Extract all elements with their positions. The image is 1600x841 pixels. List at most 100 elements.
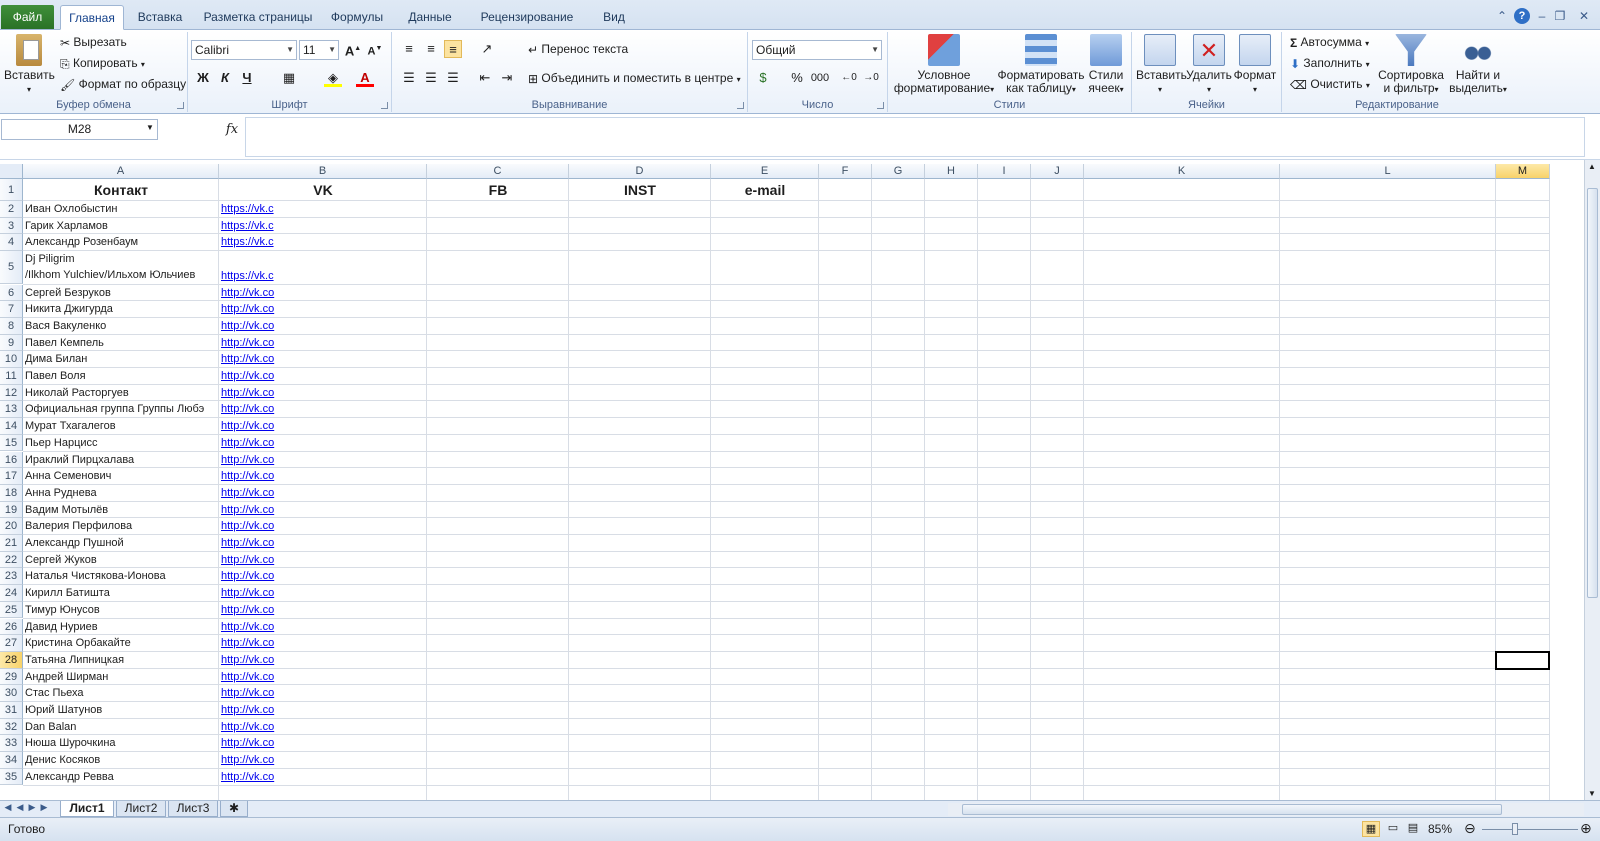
row-header[interactable]: 23 xyxy=(0,568,23,586)
contact-cell[interactable]: Никита Джигурда xyxy=(23,301,219,318)
contact-cell[interactable]: Андрей Ширман xyxy=(23,669,219,686)
vk-link-cell[interactable]: http://vk.co xyxy=(219,335,283,352)
zoom-slider[interactable] xyxy=(1482,829,1578,830)
contact-cell[interactable]: Татьяна Липницкая xyxy=(23,652,219,669)
row-header[interactable]: 2 xyxy=(0,201,23,218)
contact-cell[interactable]: Павел Кемпель xyxy=(23,335,219,352)
vk-link-cell[interactable]: http://vk.co xyxy=(219,535,283,552)
contact-cell[interactable]: Александр Пушной xyxy=(23,535,219,552)
vk-link-cell[interactable]: https://vk.c xyxy=(219,218,283,235)
shrink-font-icon[interactable]: A▼ xyxy=(366,40,384,58)
merge-center-button[interactable]: ⊞ Объединить и поместить в центре ▾ xyxy=(528,70,741,88)
font-size-combo[interactable]: 11 ▼ xyxy=(299,40,339,60)
last-sheet-icon[interactable]: ▶ xyxy=(38,802,50,813)
contact-cell[interactable]: Ираклий Пирцхалава xyxy=(23,452,219,469)
vk-link-cell[interactable]: http://vk.co xyxy=(219,602,283,619)
sort-filter-button[interactable]: Сортировка и фильтр▾ xyxy=(1376,34,1446,96)
vk-link-cell[interactable]: http://vk.co xyxy=(219,619,283,636)
vk-link-cell[interactable]: http://vk.co xyxy=(219,318,283,335)
column-header[interactable]: E xyxy=(711,164,819,179)
vk-link-cell[interactable]: http://vk.co xyxy=(219,452,283,469)
column-header[interactable]: J xyxy=(1031,164,1084,179)
thousands-button[interactable]: 000 xyxy=(808,69,832,87)
vk-link-cell[interactable]: http://vk.co xyxy=(219,502,283,519)
file-tab[interactable]: Файл xyxy=(1,5,54,29)
contact-cell[interactable]: Тимур Юнусов xyxy=(23,602,219,619)
bold-button[interactable]: Ж xyxy=(194,69,212,87)
vk-link-cell[interactable]: http://vk.co xyxy=(219,552,283,569)
vk-link-cell[interactable]: http://vk.co xyxy=(219,669,283,686)
row-header[interactable]: 28 xyxy=(0,651,23,669)
contact-cell[interactable]: Наталья Чистякова-Ионова xyxy=(23,568,219,585)
number-format-combo[interactable]: Общий ▼ xyxy=(752,40,882,60)
column-header[interactable]: B xyxy=(219,164,427,179)
row-header[interactable]: 3 xyxy=(0,217,23,235)
align-bottom-icon[interactable]: ≡ xyxy=(444,40,462,58)
active-cell-selection[interactable] xyxy=(1495,650,1550,670)
vk-link-cell[interactable]: http://vk.co xyxy=(219,769,283,786)
tab-home[interactable]: Главная xyxy=(60,5,124,30)
row-header[interactable]: 30 xyxy=(0,685,23,702)
header-cell-B[interactable]: VK xyxy=(219,179,427,201)
contact-cell[interactable]: Давид Нуриев xyxy=(23,619,219,636)
contact-cell[interactable]: Стас Пьеха xyxy=(23,685,219,702)
vk-link-cell[interactable]: http://vk.co xyxy=(219,468,283,485)
row-header[interactable]: 6 xyxy=(0,284,23,302)
vk-link-cell[interactable]: http://vk.co xyxy=(219,368,283,385)
fill-button[interactable]: ⬇ Заполнить ▾ xyxy=(1290,55,1370,73)
contact-cell[interactable]: Сергей Жуков xyxy=(23,552,219,569)
row-header[interactable]: 33 xyxy=(0,735,23,753)
wrap-text-button[interactable]: ↵ Перенос текста xyxy=(528,41,628,58)
format-painter-button[interactable]: 🖌 Формат по образцу xyxy=(60,76,186,93)
decrease-decimal-icon[interactable]: →0 xyxy=(862,69,880,87)
contact-cell[interactable]: Вадим Мотылёв xyxy=(23,502,219,519)
zoom-out-icon[interactable]: ⊖ xyxy=(1464,820,1476,837)
contact-cell[interactable]: Александр Розенбаум xyxy=(23,234,219,251)
row-header[interactable]: 26 xyxy=(0,618,23,636)
tab-view[interactable]: Вид xyxy=(594,5,634,30)
vk-link-cell[interactable]: https://vk.c xyxy=(219,268,283,285)
contact-cell[interactable]: Анна Семенович xyxy=(23,468,219,485)
chevron-down-icon[interactable]: ▼ xyxy=(146,123,154,132)
vk-link-cell[interactable]: http://vk.co xyxy=(219,635,283,652)
row-header[interactable]: 19 xyxy=(0,501,23,519)
column-header[interactable]: D xyxy=(569,164,711,179)
tab-page-layout[interactable]: Разметка страницы xyxy=(198,5,318,30)
currency-icon[interactable]: $ xyxy=(754,69,772,87)
align-right-icon[interactable]: ☰ xyxy=(444,69,462,87)
horizontal-scrollbar[interactable] xyxy=(948,803,1584,816)
vk-link-cell[interactable]: http://vk.co xyxy=(219,351,283,368)
row-header[interactable]: 11 xyxy=(0,368,23,385)
close-icon[interactable]: ✕ xyxy=(1570,8,1598,24)
vk-link-cell[interactable]: http://vk.co xyxy=(219,301,283,318)
next-sheet-icon[interactable]: ▶ xyxy=(26,802,38,813)
header-cell-E[interactable]: e-mail xyxy=(711,179,819,201)
scroll-down-icon[interactable]: ▼ xyxy=(1588,789,1596,798)
column-header[interactable]: A xyxy=(23,164,219,179)
column-header[interactable]: F xyxy=(819,164,872,179)
column-header[interactable]: K xyxy=(1084,164,1280,179)
contact-cell[interactable]: Николай Расторгуев xyxy=(23,385,219,402)
fill-color-icon[interactable]: ◈ xyxy=(324,69,342,87)
vk-link-cell[interactable]: http://vk.co xyxy=(219,685,283,702)
column-header[interactable]: G xyxy=(872,164,925,179)
insert-function-icon[interactable]: fx xyxy=(222,119,242,140)
vk-link-cell[interactable]: http://vk.co xyxy=(219,652,283,669)
vk-link-cell[interactable]: http://vk.co xyxy=(219,568,283,585)
scroll-up-icon[interactable]: ▲ xyxy=(1588,162,1596,171)
vk-link-cell[interactable]: http://vk.co xyxy=(219,702,283,719)
minimize-icon[interactable]: – xyxy=(1534,8,1550,24)
row-header[interactable]: 22 xyxy=(0,551,23,569)
row-header[interactable]: 13 xyxy=(0,401,23,419)
vk-link-cell[interactable]: https://vk.c xyxy=(219,201,283,218)
contact-cell[interactable]: Александр Ревва xyxy=(23,769,219,786)
contact-cell[interactable]: Кристина Орбакайте xyxy=(23,635,219,652)
format-cells-button[interactable]: Формат ▾ xyxy=(1232,34,1278,96)
column-header[interactable]: L xyxy=(1280,164,1496,179)
row-header[interactable]: 7 xyxy=(0,301,23,318)
grow-font-icon[interactable]: A▲ xyxy=(344,40,362,58)
prev-sheet-icon[interactable]: ◀ xyxy=(14,802,26,813)
contact-cell[interactable]: Кирилл Батишта xyxy=(23,585,219,602)
vk-link-cell[interactable]: http://vk.co xyxy=(219,401,283,418)
first-sheet-icon[interactable]: ◀ xyxy=(2,802,14,813)
